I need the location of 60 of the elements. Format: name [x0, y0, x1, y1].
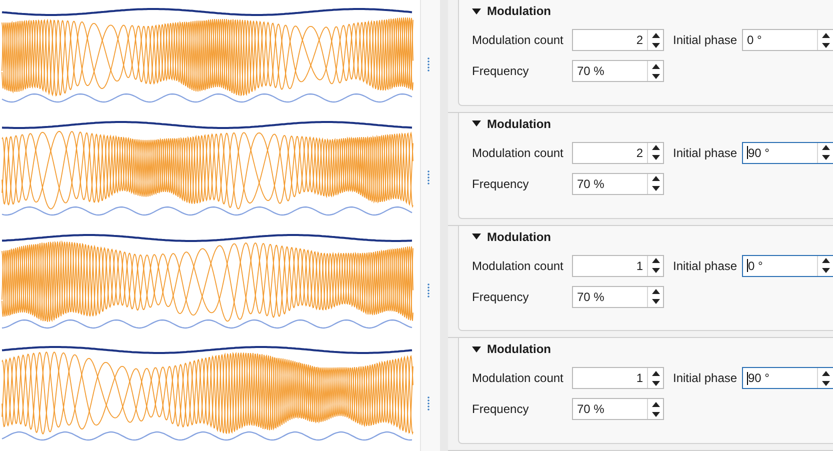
- expand-toggle-icon[interactable]: [472, 344, 481, 354]
- field-label: Initial phase: [672, 33, 738, 47]
- field-label: Modulation count: [472, 258, 564, 272]
- field-label: Frequency: [472, 290, 530, 304]
- caret-down-icon: [652, 380, 660, 386]
- spin-field[interactable]: 2: [572, 142, 664, 164]
- spin-field[interactable]: 0 °: [742, 29, 833, 51]
- field-label: Frequency: [472, 176, 530, 191]
- caret-up-icon: [822, 145, 830, 150]
- spin-field[interactable]: 70 %: [572, 60, 664, 82]
- spin-field[interactable]: 0 °: [742, 254, 833, 276]
- caret-down-icon: [822, 42, 830, 48]
- splitter-handle[interactable]: [427, 282, 430, 299]
- field-label: Modulation count: [472, 146, 564, 160]
- caret-down-icon: [652, 74, 660, 78]
- caret-up-icon: [652, 258, 660, 263]
- field-label: Modulation count: [472, 33, 564, 47]
- field-label: Frequency: [472, 402, 530, 416]
- spin-field[interactable]: 90 °: [742, 142, 833, 164]
- caret-down-icon: [822, 380, 830, 386]
- spin-field[interactable]: 1: [572, 367, 664, 390]
- expand-toggle-icon[interactable]: [472, 119, 481, 128]
- caret-up-icon: [652, 370, 660, 376]
- caret-up-icon: [652, 402, 660, 407]
- caret-up-icon: [652, 289, 660, 294]
- caret-down-icon: [652, 299, 660, 304]
- caret-down-icon: [652, 268, 660, 273]
- section-title: Modulation: [487, 116, 551, 131]
- spin-field[interactable]: 70 %: [572, 398, 664, 420]
- spin-field[interactable]: 70 %: [572, 172, 664, 195]
- section-title: Modulation: [487, 342, 551, 356]
- field-label: Modulation count: [472, 371, 564, 386]
- caret-down-icon: [652, 412, 660, 417]
- field-label: Initial phase: [672, 371, 738, 386]
- caret-up-icon: [652, 64, 660, 68]
- caret-down-icon: [652, 155, 660, 160]
- caret-up-icon: [822, 32, 830, 38]
- spin-field[interactable]: 90 °: [742, 367, 833, 390]
- caret-up-icon: [652, 176, 660, 182]
- caret-up-icon: [822, 370, 830, 376]
- caret-up-icon: [652, 145, 660, 150]
- spin-field[interactable]: 2: [572, 29, 664, 51]
- caret-up-icon: [822, 258, 830, 263]
- caret-up-icon: [652, 32, 660, 38]
- caret-down-icon: [652, 42, 660, 48]
- field-label: Frequency: [472, 64, 530, 78]
- section-title: Modulation: [487, 230, 551, 244]
- expand-toggle-icon[interactable]: [472, 232, 481, 241]
- field-label: Initial phase: [672, 146, 738, 160]
- caret-down-icon: [822, 268, 830, 273]
- section-title: Modulation: [487, 4, 551, 18]
- caret-down-icon: [822, 155, 830, 160]
- spin-field[interactable]: 1: [572, 254, 664, 276]
- spin-field[interactable]: 70 %: [572, 286, 664, 308]
- caret-down-icon: [652, 186, 660, 192]
- splitter-handle[interactable]: [427, 57, 430, 74]
- expand-toggle-icon[interactable]: [472, 6, 481, 16]
- field-label: Initial phase: [672, 258, 738, 272]
- splitter-handle[interactable]: [427, 396, 430, 412]
- splitter-handle[interactable]: [427, 170, 430, 186]
